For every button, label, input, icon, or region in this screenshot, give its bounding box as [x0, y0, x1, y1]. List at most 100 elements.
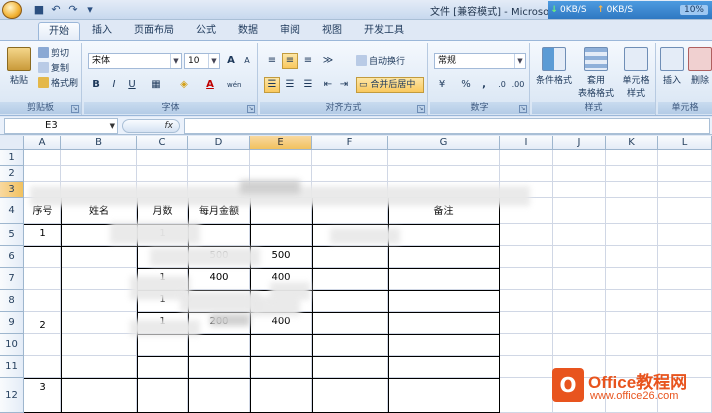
font-name-select[interactable]: 宋体 ▼	[88, 53, 182, 69]
upload-arrow-icon: ↑	[596, 5, 605, 15]
number-format-select[interactable]: 常规 ▼	[434, 53, 526, 69]
undo-icon[interactable]: ↶	[49, 3, 63, 17]
row-header[interactable]: 1	[0, 150, 24, 166]
align-bottom-button[interactable]: ≡	[300, 53, 316, 69]
tab-4[interactable]: 公式	[186, 22, 226, 40]
row-header[interactable]: 3	[0, 182, 24, 198]
tab-7[interactable]: 视图	[312, 22, 352, 40]
delete-cells-button[interactable]: 删除	[688, 47, 712, 86]
column-header[interactable]: I	[500, 136, 553, 150]
font-group-label: 字体	[84, 102, 257, 114]
cell-e9[interactable]: 400	[250, 316, 312, 327]
bold-button[interactable]: B	[88, 77, 104, 93]
row-header[interactable]: 6	[0, 246, 24, 268]
select-all-corner[interactable]	[0, 136, 24, 150]
row-header[interactable]: 11	[0, 356, 24, 378]
border-button[interactable]: ▦	[148, 77, 164, 93]
accounting-format-button[interactable]: ¥	[434, 77, 450, 93]
row-header[interactable]: 2	[0, 166, 24, 182]
italic-button[interactable]: I	[106, 77, 122, 93]
percent-button[interactable]: %	[458, 77, 474, 93]
column-header[interactable]: B	[61, 136, 137, 150]
row-header[interactable]: 10	[0, 334, 24, 356]
phonetic-button[interactable]: wén	[226, 77, 242, 93]
column-header[interactable]: K	[606, 136, 658, 150]
number-group-label: 数字	[430, 102, 529, 114]
number-launcher-icon[interactable]: ↘	[519, 105, 527, 113]
insert-cells-button[interactable]: 插入	[660, 47, 684, 86]
tab-5[interactable]: 数据	[228, 22, 268, 40]
cell-a12[interactable]: 3	[24, 382, 61, 393]
column-header[interactable]: E	[250, 136, 312, 150]
name-box[interactable]: E3 ▼	[4, 118, 118, 134]
increase-indent-button[interactable]: ⇥	[336, 77, 352, 93]
table-border	[24, 378, 500, 379]
font-size-select[interactable]: 10 ▼	[184, 53, 220, 69]
align-top-button[interactable]: ≡	[264, 53, 280, 69]
align-left-button[interactable]: ☰	[264, 77, 280, 93]
office-button[interactable]	[2, 1, 22, 19]
align-center-button[interactable]: ☰	[282, 77, 298, 93]
cut-button[interactable]: 剪切	[38, 47, 69, 61]
font-name-value: 宋体	[92, 56, 111, 66]
number-group: 常规 ▼ ¥ % , .0 .00 数字 ↘	[430, 43, 530, 115]
font-launcher-icon[interactable]: ↘	[247, 105, 255, 113]
row-header[interactable]: 4	[0, 198, 24, 224]
tab-6[interactable]: 审阅	[270, 22, 310, 40]
cell-d7[interactable]: 400	[188, 272, 250, 283]
format-painter-button[interactable]: 格式刷	[38, 77, 78, 91]
column-header[interactable]: L	[658, 136, 712, 150]
alignment-launcher-icon[interactable]: ↘	[417, 105, 425, 113]
row-header[interactable]: 8	[0, 290, 24, 312]
tab-3[interactable]: 页面布局	[124, 22, 184, 40]
conditional-format-button[interactable]: 条件格式	[534, 47, 574, 86]
paste-button[interactable]: 粘贴	[6, 47, 32, 86]
row-header[interactable]: 12	[0, 378, 24, 413]
decrease-indent-icon: ⇤	[323, 79, 333, 90]
clipboard-group-label: 剪贴板	[0, 102, 81, 114]
tab-1[interactable]: 开始	[38, 22, 80, 40]
column-header[interactable]: C	[137, 136, 188, 150]
cell-a5[interactable]: 1	[24, 228, 61, 239]
decrease-indent-button[interactable]: ⇤	[320, 77, 336, 93]
customize-qat-icon[interactable]: ▾	[83, 3, 97, 17]
copy-button[interactable]: 复制	[38, 62, 69, 76]
office-logo-icon: O	[552, 368, 584, 402]
cell-a9[interactable]: 2	[24, 320, 61, 331]
formula-input[interactable]	[184, 118, 710, 134]
currency-icon: ¥	[438, 79, 446, 90]
redo-icon[interactable]: ↷	[66, 3, 80, 17]
comma-button[interactable]: ,	[476, 77, 492, 93]
clipboard-launcher-icon[interactable]: ↘	[71, 105, 79, 113]
cell-styles-button[interactable]: 单元格 样式	[618, 47, 654, 99]
increase-decimal-button[interactable]: .0	[494, 77, 510, 93]
wrap-text-button[interactable]: 自动换行	[356, 55, 405, 69]
scissors-icon	[38, 47, 49, 58]
tab-2[interactable]: 插入	[82, 22, 122, 40]
underline-button[interactable]: U	[124, 77, 140, 93]
shrink-font-button[interactable]: A	[239, 53, 255, 69]
merge-center-button[interactable]: ▭ 合并后居中	[356, 77, 424, 93]
tab-8[interactable]: 开发工具	[354, 22, 414, 40]
insert-function-button[interactable]: fx	[122, 119, 180, 133]
row-header[interactable]: 5	[0, 224, 24, 246]
column-header[interactable]: F	[312, 136, 388, 150]
row-header[interactable]: 7	[0, 268, 24, 290]
styles-group: 条件格式 套用 表格格式 单元格 样式 样式	[532, 43, 656, 115]
align-right-button[interactable]: ☰	[300, 77, 316, 93]
row-header[interactable]: 9	[0, 312, 24, 334]
decrease-decimal-button[interactable]: .00	[510, 77, 526, 93]
font-color-button[interactable]: A	[202, 77, 218, 93]
fill-color-button[interactable]: ◈	[176, 77, 192, 93]
cells-group: 插入 删除 单元格	[658, 43, 712, 115]
insert-cells-icon	[660, 47, 684, 71]
column-header[interactable]: A	[24, 136, 61, 150]
save-icon[interactable]: ■	[32, 3, 46, 17]
column-header[interactable]: D	[188, 136, 250, 150]
orientation-button[interactable]: ≫	[320, 53, 336, 69]
format-as-table-button[interactable]: 套用 表格格式	[576, 47, 616, 99]
column-header[interactable]: J	[553, 136, 606, 150]
grow-font-button[interactable]: A	[223, 53, 239, 69]
column-header[interactable]: G	[388, 136, 500, 150]
align-middle-button[interactable]: ≡	[282, 53, 298, 69]
